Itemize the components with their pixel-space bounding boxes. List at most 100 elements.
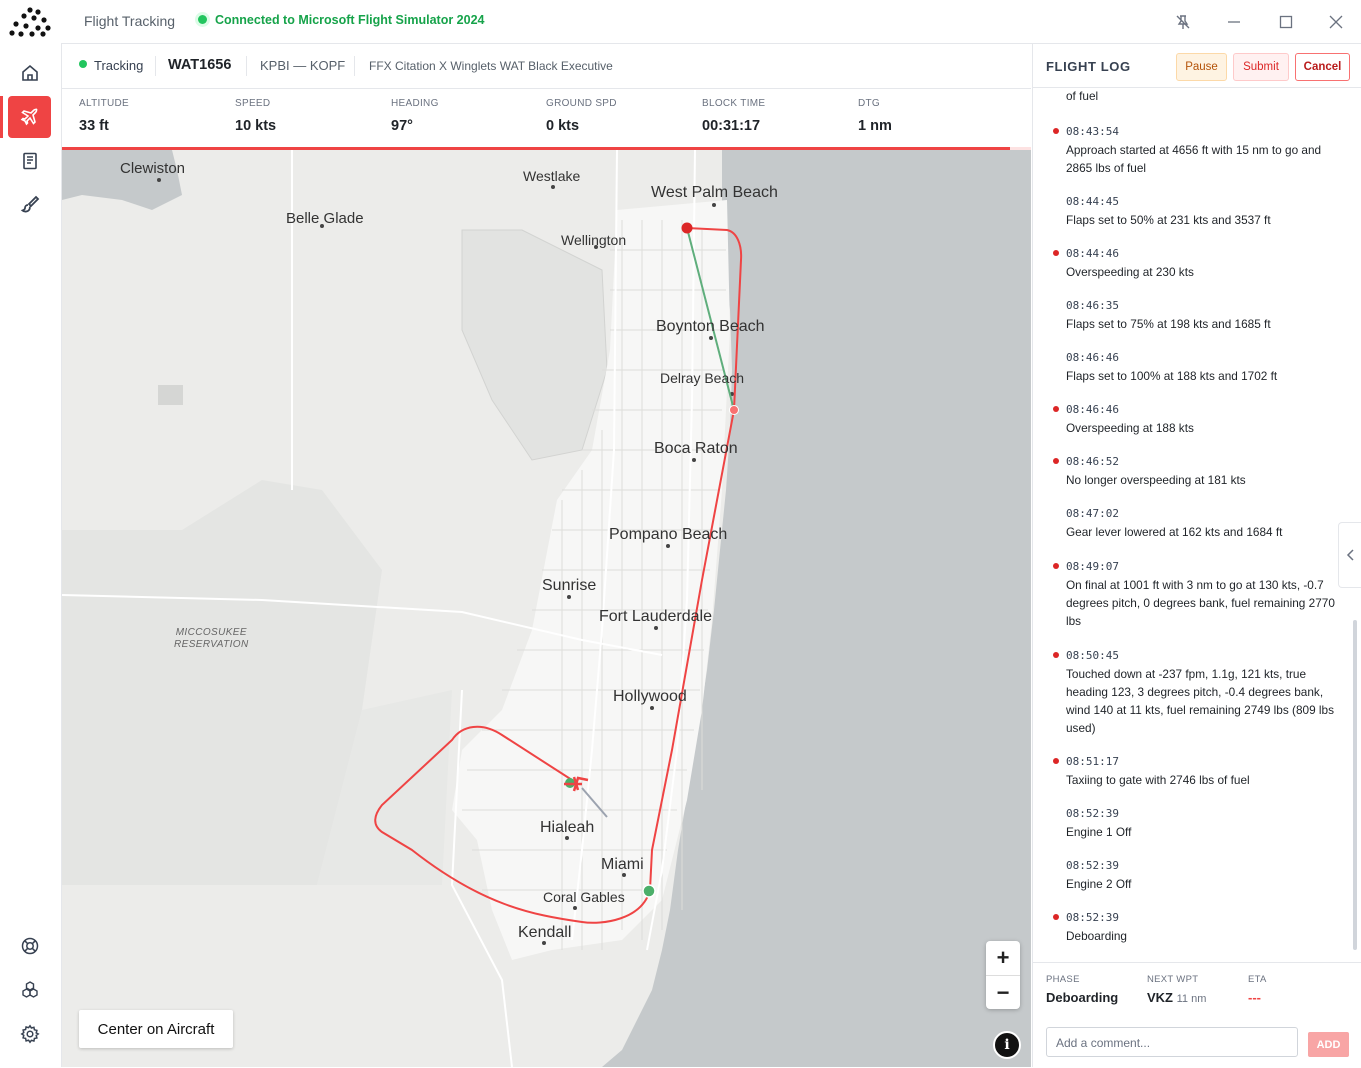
aircraft-name: FFX Citation X Winglets WAT Black Execut… — [369, 59, 613, 73]
log-entry: 08:44:46 Overspeeding at 230 kts — [1053, 245, 1346, 281]
tracking-status: Tracking — [94, 58, 144, 73]
log-entry: 08:43:54 Approach started at 4656 ft with… — [1053, 123, 1346, 177]
departure-marker — [681, 222, 693, 234]
cancel-button[interactable]: Cancel — [1295, 53, 1350, 81]
phase-value: Deboarding — [1046, 990, 1119, 1005]
city-label: Clewiston — [120, 160, 186, 177]
callsign: WAT1656 — [168, 57, 232, 73]
flight-stats: ALTITUDE 33 ft SPEED 10 kts HEADING 97° … — [62, 89, 1031, 147]
pause-button[interactable]: Pause — [1176, 53, 1227, 81]
flight-log-footer: PHASE Deboarding NEXT WPT VKZ 11 nm ETA … — [1033, 962, 1361, 1068]
next-waypoint-value: VKZ 11 nm — [1147, 990, 1207, 1005]
zoom-control: + − — [986, 941, 1020, 1009]
alert-dot-icon — [1053, 458, 1059, 464]
reservation-label: MICCOSUKEE RESERVATION — [174, 627, 249, 650]
park-area — [158, 385, 183, 405]
nav-settings[interactable] — [8, 1013, 51, 1055]
plane-icon — [20, 108, 38, 126]
city-label: Hialeah — [540, 819, 595, 836]
nav-home[interactable] — [8, 52, 51, 94]
city-label: Wellington — [561, 232, 627, 248]
nav-flight-tracking[interactable] — [8, 96, 51, 138]
alert-dot-icon — [1053, 563, 1059, 569]
alert-dot-icon — [1053, 758, 1059, 764]
lifebuoy-icon — [21, 937, 38, 955]
dtg-value: 1 nm — [858, 118, 892, 134]
cubes-icon — [21, 981, 38, 998]
city-label: Belle Glade — [286, 210, 364, 227]
paintbrush-icon — [20, 195, 39, 213]
zoom-out-button[interactable]: − — [986, 976, 1020, 1010]
connection-dot-icon — [198, 15, 207, 24]
next-waypoint-label: NEXT WPT — [1147, 974, 1199, 985]
altitude-value: 33 ft — [79, 118, 109, 134]
comment-input[interactable]: Add a comment... — [1046, 1027, 1298, 1057]
gear-icon — [19, 1024, 40, 1044]
active-nav-marker — [0, 96, 3, 138]
flight-log-header: FLIGHT LOG Pause Submit Cancel — [1033, 44, 1361, 88]
heading-value: 97° — [391, 118, 413, 134]
alert-dot-icon — [1053, 406, 1059, 412]
title-bar: Flight Tracking Connected to Microsoft F… — [0, 0, 1361, 44]
window-title: Flight Tracking — [84, 13, 176, 29]
nav-support[interactable] — [8, 925, 51, 967]
log-entry: 08:52:39 Deboarding — [1053, 909, 1346, 945]
arrival-marker — [642, 884, 656, 898]
speed-label: SPEED — [235, 98, 271, 109]
log-entry: 08:46:52 No longer overspeeding at 181 kt… — [1053, 453, 1346, 489]
log-entry: 08:52:39 Engine 1 Off — [1066, 807, 1132, 839]
city-label: Kendall — [518, 924, 572, 941]
divider — [246, 56, 247, 76]
unpin-icon[interactable] — [1171, 10, 1195, 34]
info-icon[interactable]: i — [993, 1031, 1021, 1059]
city-label: Miami — [601, 856, 644, 873]
submit-button[interactable]: Submit — [1233, 53, 1289, 81]
city-label: Hollywood — [613, 688, 687, 705]
maximize-button[interactable] — [1274, 10, 1298, 34]
log-scrollbar[interactable] — [1353, 620, 1357, 950]
city-label: Delray Beach — [660, 370, 745, 386]
log-entry: 08:46:46 Flaps set to 100% at 188 kts and… — [1066, 351, 1278, 383]
flight-log-panel: FLIGHT LOG Pause Submit Cancel of fuel 0… — [1032, 44, 1361, 1067]
city-label: Sunrise — [542, 577, 597, 594]
log-entry: 08:52:39 Engine 2 Off — [1066, 859, 1132, 891]
add-comment-button[interactable]: ADD — [1308, 1032, 1349, 1057]
city-label: Coral Gables — [543, 889, 625, 905]
city-label: Pompano Beach — [609, 526, 728, 543]
block-time-label: BLOCK TIME — [702, 98, 766, 109]
altitude-label: ALTITUDE — [79, 98, 129, 109]
alert-dot-icon — [1053, 128, 1059, 134]
next-waypoint-distance: 11 nm — [1176, 993, 1207, 1005]
nav-addons[interactable] — [8, 969, 51, 1011]
center-on-aircraft-button[interactable]: Center on Aircraft — [79, 1010, 233, 1048]
log-entry: 08:44:45 Flaps set to 50% at 231 kts and … — [1066, 195, 1271, 227]
collapse-panel-button[interactable] — [1338, 522, 1361, 588]
log-entry: 08:47:02 Gear lever lowered at 162 kts an… — [1066, 507, 1283, 539]
alert-dot-icon — [1053, 250, 1059, 256]
log-entry: 08:51:17 Taxiing to gate with 2746 lbs of… — [1053, 753, 1346, 789]
zoom-in-button[interactable]: + — [986, 941, 1020, 976]
book-icon — [22, 152, 37, 170]
ground-speed-label: GROUND SPD — [546, 98, 617, 109]
nav-logbook[interactable] — [8, 140, 51, 182]
minimize-button[interactable] — [1222, 10, 1246, 34]
flight-log-title: FLIGHT LOG — [1046, 59, 1131, 74]
city-label: Boynton Beach — [656, 318, 765, 335]
chevron-left-icon — [1346, 549, 1354, 561]
connection-status: Connected to Microsoft Flight Simulator … — [198, 13, 484, 27]
tracking-dot-icon — [79, 60, 87, 68]
flight-log-list[interactable]: of fuel 08:43:54 Approach started at 4656… — [1033, 88, 1351, 962]
nav-liveries[interactable] — [8, 184, 51, 226]
flight-info-bar: Tracking WAT1656 KPBI — KOPF FFX Citatio… — [62, 44, 1031, 89]
eta-value: --- — [1248, 990, 1261, 1005]
close-button[interactable] — [1324, 10, 1348, 34]
app-logo — [9, 7, 51, 37]
log-entry: 08:49:07 On final at 1001 ft with 3 nm to… — [1053, 558, 1346, 630]
map[interactable]: Clewiston Belle Glade Westlake West Palm… — [62, 150, 1031, 1067]
log-entry: of fuel — [1066, 89, 1099, 103]
speed-value: 10 kts — [235, 118, 277, 134]
block-time-value: 00:31:17 — [702, 118, 761, 134]
waypoint-marker — [729, 405, 739, 415]
dtg-label: DTG — [858, 98, 881, 109]
divider — [354, 56, 355, 76]
